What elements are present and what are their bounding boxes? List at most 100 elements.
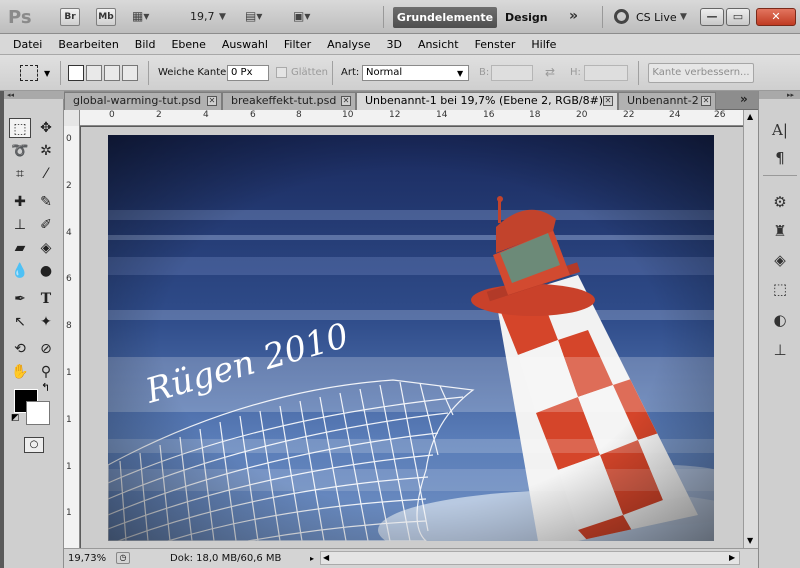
height-label: H: (570, 67, 581, 78)
extras-menu-icon[interactable]: ▦▾ (132, 9, 149, 23)
status-info-icon[interactable]: ◷ (116, 552, 130, 564)
custom-shape-icon[interactable]: ✦ (35, 312, 57, 332)
magic-wand-icon[interactable]: ✲ (35, 141, 57, 161)
status-menu-icon[interactable]: ▸ (310, 554, 314, 563)
close-icon[interactable]: ✕ (603, 96, 613, 106)
intersect-selection-icon[interactable] (122, 65, 138, 81)
ruler-vertical: 0 2 4 6 8 1 1 1 1 (64, 126, 80, 548)
refine-edge-button[interactable]: Kante verbessern... (648, 63, 754, 83)
quick-mask-icon[interactable]: ○ (24, 437, 44, 453)
subtract-from-selection-icon[interactable] (104, 65, 120, 81)
blur-tool-icon[interactable]: 💧 (9, 261, 31, 281)
cs-live-dropdown-icon[interactable]: ▼ (680, 12, 687, 22)
add-to-selection-icon[interactable] (86, 65, 102, 81)
path-selection-icon[interactable]: ↖ (9, 312, 31, 332)
zoom-level[interactable]: 19,7 (190, 10, 215, 23)
tab-global-warming[interactable]: global-warming-tut.psd ✕ (64, 92, 222, 110)
workspace-essentials-button[interactable]: Grundelemente (393, 7, 497, 28)
close-window-button[interactable]: ✕ (756, 8, 796, 26)
tab-unbenannt-2[interactable]: Unbenannt-2 ✕ (618, 92, 716, 110)
swap-colors-icon[interactable]: ↰ (41, 381, 50, 394)
clone-stamp-icon[interactable]: ⊥ (9, 215, 31, 235)
arrange-documents-icon[interactable]: ▤▾ (245, 9, 262, 23)
ruler-label: 2 (156, 110, 162, 120)
collapse-toolbar-icon[interactable]: ◂◂ (4, 91, 64, 99)
background-color-swatch[interactable] (26, 401, 50, 425)
restore-button[interactable]: ▭ (726, 8, 750, 26)
character-panel-icon[interactable]: A| (768, 119, 792, 141)
paint-bucket-icon[interactable]: ◈ (35, 238, 57, 258)
menu-3d[interactable]: 3D (386, 38, 401, 51)
menu-hilfe[interactable]: Hilfe (531, 38, 556, 51)
healing-brush-icon[interactable]: ✚ (9, 192, 31, 212)
screen-mode-icon[interactable]: ▣▾ (293, 9, 310, 23)
menu-bearbeiten[interactable]: Bearbeiten (58, 38, 118, 51)
close-icon[interactable]: ✕ (701, 96, 711, 106)
menu-ebene[interactable]: Ebene (171, 38, 205, 51)
adjustments-panel-icon[interactable]: ⚙ (768, 191, 792, 213)
feather-input[interactable]: 0 Px (227, 65, 269, 81)
tab-label: global-warming-tut.psd (73, 94, 202, 107)
eyedropper-icon[interactable]: ⁄ (35, 164, 57, 184)
menu-ansicht[interactable]: Ansicht (418, 38, 459, 51)
tab-unbenannt-1[interactable]: Unbenannt-1 bei 19,7% (Ebene 2, RGB/8#) … (356, 92, 618, 110)
horizontal-scrollbar[interactable]: ◀ ▶ (320, 551, 740, 565)
brush-tool-icon[interactable]: ✎ (35, 192, 57, 212)
3d-rotate-icon[interactable]: ⟲ (9, 339, 31, 359)
mini-bridge-button[interactable]: Mb (96, 8, 116, 26)
style-select[interactable]: Normal (362, 65, 469, 81)
channels-panel-icon[interactable]: ⬚ (768, 278, 792, 300)
ruler-label: 8 (66, 321, 72, 331)
paths-panel-icon[interactable]: ◐ (768, 309, 792, 331)
dodge-tool-icon[interactable]: ● (35, 261, 57, 281)
workspace-design-button[interactable]: Design (505, 11, 548, 24)
menu-filter[interactable]: Filter (284, 38, 311, 51)
menu-fenster[interactable]: Fenster (475, 38, 516, 51)
ruler-label: 8 (296, 110, 302, 120)
workspace-more-button[interactable]: » (569, 8, 578, 24)
scroll-left-icon[interactable]: ◀ (323, 553, 329, 562)
menu-bild[interactable]: Bild (135, 38, 156, 51)
zoom-dropdown-icon[interactable]: ▼ (219, 12, 226, 22)
tab-overflow-button[interactable]: » (740, 92, 748, 106)
cs-live-icon[interactable] (614, 9, 629, 24)
scroll-down-icon[interactable]: ▼ (747, 536, 753, 545)
lasso-tool-icon[interactable]: ➰ (9, 141, 31, 161)
history-panel-icon[interactable]: ⊥ (768, 339, 792, 361)
menu-auswahl[interactable]: Auswahl (222, 38, 268, 51)
tab-breakeffekt[interactable]: breakeffekt-tut.psd ✕ (222, 92, 356, 110)
bridge-button[interactable]: Br (60, 8, 80, 26)
zoom-tool-icon[interactable]: ⚲ (35, 362, 57, 382)
new-selection-icon[interactable] (68, 65, 84, 81)
type-tool-icon[interactable]: T (35, 289, 57, 309)
paragraph-panel-icon[interactable]: ¶ (768, 147, 792, 169)
rectangular-marquee-icon[interactable] (20, 65, 38, 81)
cs-live-button[interactable]: CS Live (636, 11, 677, 24)
scroll-right-icon[interactable]: ▶ (729, 553, 735, 562)
masks-panel-icon[interactable]: ♜ (768, 220, 792, 242)
pen-tool-icon[interactable]: ✒ (9, 289, 31, 309)
hand-tool-icon[interactable]: ✋ (9, 362, 31, 382)
menu-analyse[interactable]: Analyse (327, 38, 370, 51)
eraser-icon[interactable]: ▰ (9, 238, 31, 258)
menu-datei[interactable]: Datei (13, 38, 42, 51)
crop-tool-icon[interactable]: ⌗ (9, 164, 31, 184)
close-icon[interactable]: ✕ (341, 96, 351, 106)
3d-orbit-icon[interactable]: ⊘ (35, 339, 57, 359)
move-tool-icon[interactable]: ✥ (35, 118, 57, 138)
smooth-checkbox[interactable] (276, 67, 287, 78)
tool-preset-dropdown-icon[interactable]: ▼ (44, 69, 50, 78)
minimize-button[interactable]: — (700, 8, 724, 26)
vertical-scrollbar[interactable]: ▲ ▼ (743, 110, 758, 548)
history-brush-icon[interactable]: ✐ (35, 215, 57, 235)
layers-panel-icon[interactable]: ◈ (768, 249, 792, 271)
marquee-tool-icon[interactable]: ⬚ (9, 118, 31, 138)
document-canvas[interactable]: Rügen 2010 (108, 135, 714, 541)
ruler-origin[interactable] (64, 110, 80, 126)
status-zoom[interactable]: 19,73% (68, 553, 106, 564)
scroll-up-icon[interactable]: ▲ (747, 112, 753, 121)
close-icon[interactable]: ✕ (207, 96, 217, 106)
default-colors-icon[interactable]: ◩ (11, 413, 20, 423)
expand-panels-icon[interactable]: ▸▸ (759, 91, 800, 99)
divider (148, 61, 149, 85)
